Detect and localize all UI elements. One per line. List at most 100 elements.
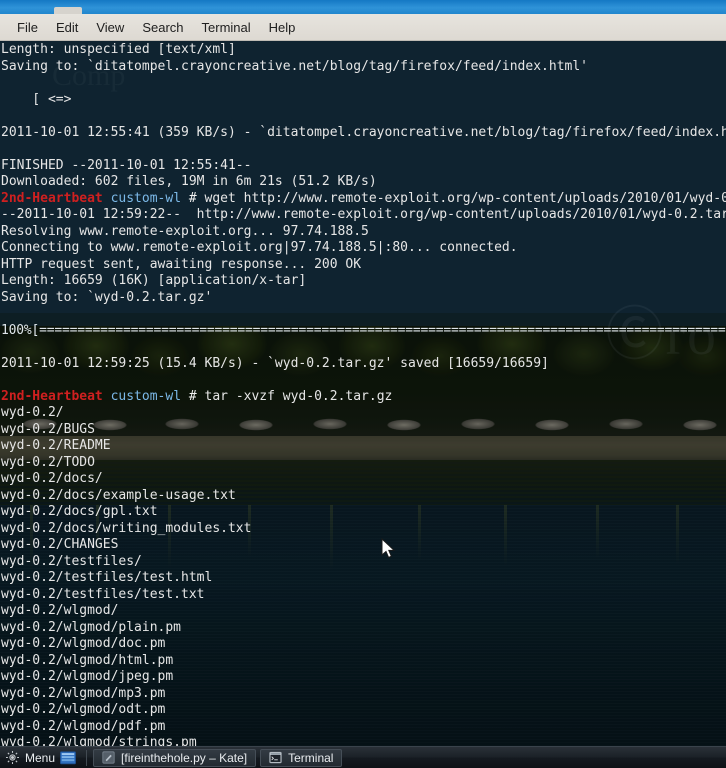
prompt-symbol: #: [188, 190, 197, 206]
terminal-output-line: HTTP request sent, awaiting response... …: [1, 257, 726, 274]
menu-bar: File Edit View Search Terminal Help: [0, 14, 726, 41]
terminal-output-line: wyd-0.2/CHANGES: [1, 537, 726, 554]
terminal-line-text: wyd-0.2/testfiles/test.html: [1, 570, 213, 585]
terminal-output-line: wyd-0.2/testfiles/: [1, 554, 726, 571]
terminal-output-line: Downloaded: 602 files, 19M in 6m 21s (51…: [1, 174, 726, 191]
terminal-output-line: wyd-0.2/wlgmod/doc.pm: [1, 636, 726, 653]
terminal-line-text: wyd-0.2/wlgmod/html.pm: [1, 652, 174, 668]
terminal-output-line: wyd-0.2/README: [1, 438, 726, 455]
terminal-line-text: Saving to: `wyd-0.2.tar.gz': [1, 289, 213, 305]
terminal-line-text: HTTP request sent, awaiting response... …: [1, 256, 362, 272]
terminal-output-line: wyd-0.2/TODO: [1, 455, 726, 472]
terminal-line-text: wyd-0.2/docs/gpl.txt: [1, 504, 158, 519]
window-titlebar[interactable]: [0, 0, 726, 15]
terminal-line-text: wyd-0.2/BUGS: [1, 421, 95, 437]
terminal-output-line: wyd-0.2/wlgmod/mp3.pm: [1, 686, 726, 703]
terminal-output-line: FINISHED --2011-10-01 12:55:41--: [1, 158, 726, 175]
terminal-prompt-line: 2nd-Heartbeat custom-wl # tar -xvzf wyd-…: [1, 389, 726, 406]
terminal-output-line: Connecting to www.remote-exploit.org|97.…: [1, 240, 726, 257]
terminal-output-line: wyd-0.2/docs/: [1, 471, 726, 488]
terminal-icon: [269, 751, 282, 764]
terminal-output-area[interactable]: Ⓒro Comp Length: unspecified [text/xml]S…: [0, 41, 726, 746]
gear-icon: [5, 750, 20, 765]
terminal-output-line: Length: unspecified [text/xml]: [1, 42, 726, 59]
kate-icon: [102, 751, 115, 764]
terminal-output-line: 2011-10-01 12:59:25 (15.4 KB/s) - `wyd-0…: [1, 356, 726, 373]
terminal-output-line: wyd-0.2/wlgmod/strings.pm: [1, 735, 726, 746]
terminal-output-line: wyd-0.2/wlgmod/plain.pm: [1, 620, 726, 637]
terminal-command-text: tar -xvzf wyd-0.2.tar.gz: [196, 388, 393, 404]
terminal-line-text: wyd-0.2/wlgmod/mp3.pm: [1, 685, 166, 701]
terminal-output-line: --2011-10-01 12:59:22-- http://www.remot…: [1, 207, 726, 224]
prompt-symbol: #: [188, 388, 197, 404]
prompt-path: custom-wl: [110, 388, 182, 404]
taskbar-window-terminal[interactable]: Terminal: [260, 748, 343, 767]
taskbar: Menu [fireinthehole.py – Kate] Terminal: [0, 746, 726, 768]
terminal-line-text: wyd-0.2/testfiles/test.txt: [1, 586, 205, 602]
terminal-line-text: wyd-0.2/wlgmod/strings.pm: [1, 735, 197, 746]
terminal-output-line: Saving to: `wyd-0.2.tar.gz': [1, 290, 726, 307]
terminal-line-text: wyd-0.2/wlgmod/jpeg.pm: [1, 669, 174, 684]
menu-item-terminal[interactable]: Terminal: [193, 17, 260, 38]
terminal-line-text: wyd-0.2/wlgmod/: [1, 603, 119, 618]
terminal-output-line: wyd-0.2/docs/example-usage.txt: [1, 488, 726, 505]
terminal-output-line: wyd-0.2/wlgmod/: [1, 603, 726, 620]
terminal-output-line: 2011-10-01 12:55:41 (359 KB/s) - `ditato…: [1, 125, 726, 142]
terminal-text-content: Length: unspecified [text/xml] Saving to:…: [0, 41, 726, 746]
terminal-line-text: wyd-0.2/CHANGES: [1, 537, 119, 552]
menu-item-help[interactable]: Help: [260, 17, 305, 38]
download-progress-bar: 100%[===================================…: [1, 322, 726, 338]
terminal-output-line: wyd-0.2/wlgmod/pdf.pm: [1, 719, 726, 736]
terminal-command-text: wget http://www.remote-exploit.org/wp-co…: [204, 190, 726, 206]
terminal-line-text: wyd-0.2/TODO: [1, 454, 95, 470]
menu-item-edit[interactable]: Edit: [47, 17, 87, 38]
terminal-line-text: wyd-0.2/testfiles/: [1, 553, 142, 569]
terminal-window: File Edit View Search Terminal Help Ⓒro …: [0, 0, 726, 746]
terminal-line-text: wyd-0.2/wlgmod/odt.pm: [1, 702, 166, 717]
terminal-line-text: wyd-0.2/wlgmod/doc.pm: [1, 636, 166, 651]
terminal-prompt-line: 2nd-Heartbeat custom-wl # wget http://ww…: [1, 191, 726, 208]
prompt-hostname: 2nd-Heartbeat: [1, 190, 103, 206]
terminal-output-line: wyd-0.2/docs/writing_modules.txt: [1, 521, 726, 538]
terminal-output-line: Length: 16659 (16K) [application/x-tar]: [1, 273, 726, 290]
show-desktop-icon[interactable]: [60, 750, 77, 765]
menu-item-view[interactable]: View: [87, 17, 133, 38]
terminal-line-text: Length: unspecified [text/xml]: [1, 42, 236, 57]
terminal-line-text: wyd-0.2/: [1, 405, 64, 420]
terminal-output-line: [ <=>: [1, 92, 726, 109]
terminal-output-line: wyd-0.2/BUGS: [1, 422, 726, 439]
taskbar-window-kate[interactable]: [fireinthehole.py – Kate]: [93, 748, 257, 767]
terminal-output-line: wyd-0.2/wlgmod/html.pm: [1, 653, 726, 670]
terminal-line-text: 2011-10-01 12:55:41 (359 KB/s) - `ditato…: [1, 124, 726, 140]
terminal-line-text: wyd-0.2/docs/: [1, 471, 103, 486]
terminal-line-text: Downloaded: 602 files, 19M in 6m 21s (51…: [1, 174, 377, 189]
menu-item-file[interactable]: File: [8, 17, 47, 38]
terminal-output-line: wyd-0.2/testfiles/test.html: [1, 570, 726, 587]
terminal-line-text: wyd-0.2/wlgmod/plain.pm: [1, 619, 182, 635]
terminal-output-line: wyd-0.2/docs/gpl.txt: [1, 504, 726, 521]
terminal-line-text: Connecting to www.remote-exploit.org|97.…: [1, 240, 518, 255]
taskbar-window-kate-label: [fireinthehole.py – Kate]: [121, 750, 248, 765]
taskbar-window-terminal-label: Terminal: [288, 750, 334, 765]
start-menu-label: Menu: [25, 750, 56, 765]
terminal-line-text: 2011-10-01 12:59:25 (15.4 KB/s) - `wyd-0…: [1, 355, 549, 371]
terminal-line-text: Saving to: `ditatompel.crayoncreative.ne…: [1, 58, 588, 74]
terminal-line-text: wyd-0.2/docs/example-usage.txt: [1, 487, 236, 503]
terminal-line-text: Length: 16659 (16K) [application/x-tar]: [1, 273, 307, 288]
terminal-line-text: --2011-10-01 12:59:22-- http://www.remot…: [1, 207, 726, 222]
prompt-path: custom-wl: [110, 190, 182, 206]
terminal-output-line: wyd-0.2/wlgmod/odt.pm: [1, 702, 726, 719]
terminal-output-line: 100%[===================================…: [1, 323, 726, 340]
terminal-line-text: FINISHED --2011-10-01 12:55:41--: [1, 157, 252, 173]
prompt-hostname: 2nd-Heartbeat: [1, 388, 103, 404]
start-menu-button[interactable]: Menu: [0, 747, 82, 768]
terminal-output-line: wyd-0.2/wlgmod/jpeg.pm: [1, 669, 726, 686]
menu-item-search[interactable]: Search: [133, 17, 192, 38]
terminal-output-line: wyd-0.2/: [1, 405, 726, 422]
terminal-output-line: wyd-0.2/testfiles/test.txt: [1, 587, 726, 604]
